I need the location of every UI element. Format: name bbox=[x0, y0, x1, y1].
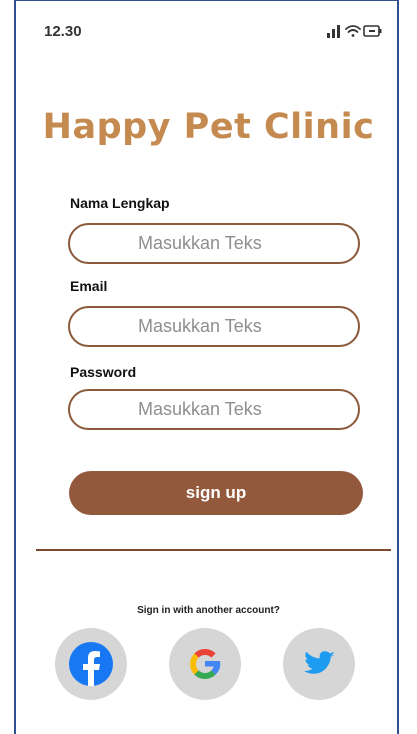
signal-icon bbox=[327, 25, 340, 38]
google-icon bbox=[190, 649, 221, 679]
email-label: Email bbox=[70, 278, 108, 294]
signup-button[interactable]: sign up bbox=[69, 471, 363, 515]
battery-icon bbox=[363, 25, 382, 37]
twitter-signin-button[interactable] bbox=[283, 628, 355, 700]
password-label: Password bbox=[70, 364, 137, 380]
wifi-icon bbox=[345, 25, 361, 37]
facebook-icon bbox=[69, 642, 113, 686]
password-field[interactable] bbox=[68, 389, 360, 430]
email-field[interactable] bbox=[68, 306, 360, 347]
name-field[interactable] bbox=[68, 223, 360, 264]
alt-signin-prompt: Sign in with another account? bbox=[137, 605, 280, 616]
divider bbox=[36, 549, 391, 551]
status-time: 12.30 bbox=[44, 23, 82, 40]
twitter-icon bbox=[303, 651, 335, 674]
name-label: Nama Lengkap bbox=[70, 195, 170, 211]
status-icons bbox=[327, 22, 383, 40]
google-signin-button[interactable] bbox=[169, 628, 241, 700]
app-title: Happy Pet Clinic bbox=[42, 107, 375, 147]
facebook-signin-button[interactable] bbox=[55, 628, 127, 700]
